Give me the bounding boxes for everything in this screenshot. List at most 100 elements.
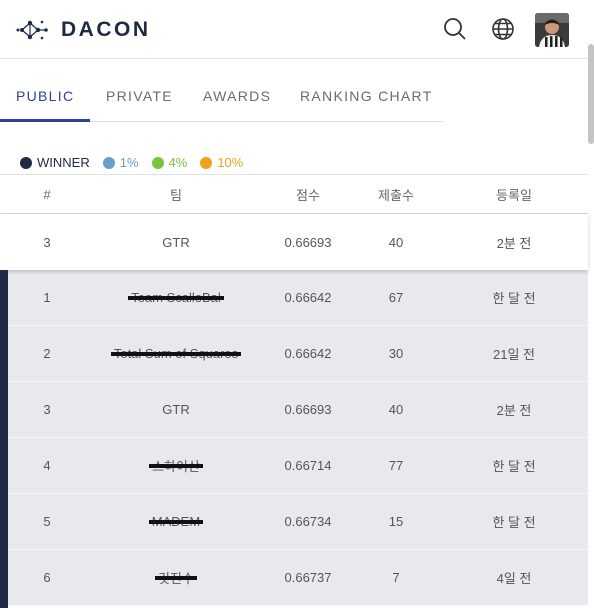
date-cell: 2분 전 <box>496 235 532 251</box>
winner-band <box>0 270 8 608</box>
rank-cell-text: 4 <box>43 458 51 473</box>
table-row[interactable]: 3 GTR 0.66693 40 2분 전 <box>0 382 588 438</box>
date-cell: 한 달 전 <box>434 438 594 493</box>
ten-percent-dot-icon <box>200 156 213 169</box>
my-team-row[interactable]: 3 GTR 0.66693 40 2분 전 <box>0 214 588 270</box>
rank-cell: 2 <box>0 326 94 381</box>
submissions-cell-text: 67 <box>388 290 404 305</box>
table-row[interactable]: 2 Total Sum of Squares 0.66642 30 21일 전 <box>0 326 588 382</box>
submissions-cell: 15 <box>358 494 434 549</box>
header-date[interactable]: 등록일 <box>434 175 594 213</box>
score-cell-text: 0.66693 <box>284 402 332 417</box>
date-cell-text: 2분 전 <box>496 403 532 418</box>
one-percent-dot-icon <box>102 156 115 169</box>
rank-cell-text: 5 <box>43 514 51 529</box>
date-cell-text: 4일 전 <box>496 571 532 586</box>
score-cell: 0.66714 <box>258 438 358 493</box>
legend-label: WINNER <box>37 155 90 170</box>
winner-dot-icon <box>20 156 32 169</box>
table-header: # 팀 점수 제출수 등록일 <box>0 174 588 214</box>
submissions-cell-text: 7 <box>392 570 400 585</box>
score-cell: 0.66642 <box>258 270 358 325</box>
team-cell: Team ScalleBal <box>94 270 258 325</box>
rank-cell: 4 <box>0 438 94 493</box>
date-cell-text: 21일 전 <box>493 347 535 362</box>
legend-item-4pct: 4% <box>151 155 188 170</box>
dacon-logo[interactable]: DACON <box>16 17 151 43</box>
date-cell-text: 한 달 전 <box>492 459 536 474</box>
rank-legend: WINNER 1% 4% 10% <box>20 155 256 170</box>
rank-cell-text: 6 <box>43 570 51 585</box>
rank-cell: 3 <box>0 382 94 437</box>
search-icon[interactable] <box>443 17 467 41</box>
team-cell: MADEM <box>94 494 258 549</box>
team-cell-text: Team ScalleBal <box>128 290 224 305</box>
submissions-cell-text: 77 <box>388 458 404 473</box>
top-navbar: DACON <box>0 0 588 59</box>
rank-cell: 5 <box>0 494 94 549</box>
date-cell-text: 한 달 전 <box>492 515 536 530</box>
active-tab-indicator <box>0 119 90 122</box>
score-cell: 0.66693 <box>284 234 332 250</box>
score-cell-text: 0.66734 <box>284 514 332 529</box>
team-cell-text: GTR <box>162 402 190 417</box>
ranked-rows: 1 Team ScalleBal 0.66642 67 한 달 전 2 Total Sum … <box>0 270 588 606</box>
submissions-cell: 30 <box>358 326 434 381</box>
brand-name: DACON <box>61 18 151 41</box>
score-cell: 0.66734 <box>258 494 358 549</box>
legend-item-1pct: 1% <box>102 155 139 170</box>
legend-item-winner: WINNER <box>20 155 90 170</box>
score-cell: 0.66642 <box>258 326 358 381</box>
submissions-cell: 67 <box>358 270 434 325</box>
date-cell: 한 달 전 <box>434 494 594 549</box>
date-cell: 2분 전 <box>434 382 594 437</box>
four-percent-dot-icon <box>151 156 164 169</box>
rank-cell-text: 2 <box>43 346 51 361</box>
date-cell: 21일 전 <box>434 326 594 381</box>
legend-label: 4% <box>168 155 188 170</box>
legend-item-10pct: 10% <box>200 155 243 170</box>
team-cell: 깃진수 <box>94 550 258 605</box>
submissions-cell: 40 <box>388 234 404 250</box>
date-cell: 한 달 전 <box>434 270 594 325</box>
rank-cell: 3 <box>43 234 51 250</box>
table-row[interactable]: 6 깃진수 0.66737 7 4일 전 <box>0 550 588 606</box>
date-cell: 4일 전 <box>434 550 594 605</box>
legend-label: 10% <box>217 155 244 170</box>
score-cell-text: 0.66737 <box>284 570 332 585</box>
user-avatar[interactable] <box>535 13 569 47</box>
rank-cell-text: 3 <box>43 402 51 417</box>
team-cell: 스하이산 <box>94 438 258 493</box>
team-cell-text: 스하이산 <box>149 456 203 475</box>
header-team: 팀 <box>170 187 182 203</box>
score-cell-text: 0.66642 <box>284 346 332 361</box>
team-cell-text: Total Sum of Squares <box>110 346 242 361</box>
globe-icon[interactable] <box>491 17 515 41</box>
team-cell-text: MADEM <box>148 514 204 529</box>
header-submissions[interactable]: 제출수 <box>358 175 434 213</box>
team-cell: GTR <box>94 382 258 437</box>
submissions-cell-text: 15 <box>388 514 404 529</box>
leaderboard-table: # 팀 점수 제출수 등록일 3 GTR 0.66693 40 2분 전 1 Te… <box>0 174 588 606</box>
score-cell-text: 0.66642 <box>284 290 332 305</box>
header-rank: # <box>43 186 51 202</box>
table-row[interactable]: 5 MADEM 0.66734 15 한 달 전 <box>0 494 588 550</box>
table-row[interactable]: 1 Team ScalleBal 0.66642 67 한 달 전 <box>0 270 588 326</box>
table-row[interactable]: 4 스하이산 0.66714 77 한 달 전 <box>0 438 588 494</box>
tab-private[interactable]: PRIVATE <box>106 88 173 104</box>
rank-cell: 1 <box>0 270 94 325</box>
header-score[interactable]: 점수 <box>258 175 358 213</box>
tab-public[interactable]: PUBLIC <box>16 88 74 104</box>
score-cell: 0.66693 <box>258 382 358 437</box>
team-cell-text: 깃진수 <box>155 568 197 587</box>
submissions-cell: 40 <box>358 382 434 437</box>
page-scrollbar[interactable] <box>588 44 594 144</box>
team-cell: GTR <box>162 234 190 250</box>
date-cell-text: 한 달 전 <box>492 291 536 306</box>
legend-label: 1% <box>119 155 139 170</box>
tab-awards[interactable]: AWARDS <box>203 88 271 104</box>
avatar-image <box>535 13 569 47</box>
tab-ranking-chart[interactable]: RANKING CHART <box>300 88 433 104</box>
submissions-cell-text: 40 <box>388 402 404 417</box>
submissions-cell: 77 <box>358 438 434 493</box>
